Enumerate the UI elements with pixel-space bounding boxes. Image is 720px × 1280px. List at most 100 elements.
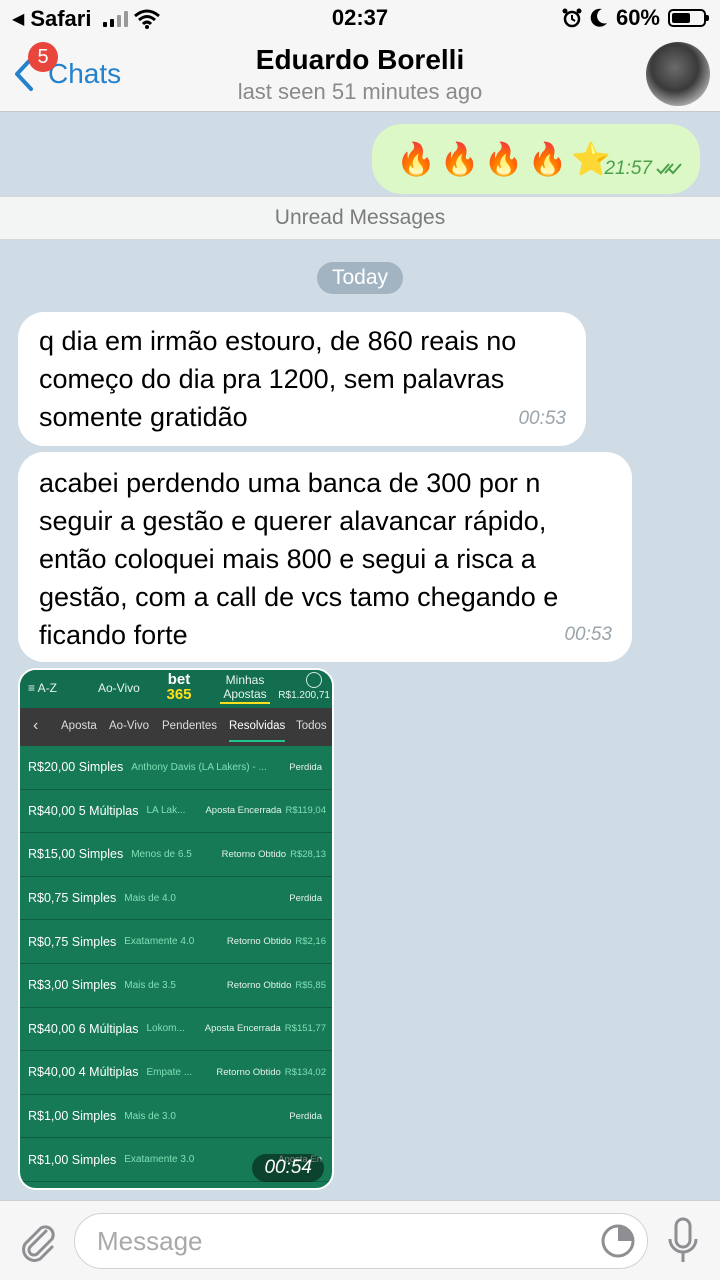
- chat-area[interactable]: 🔥🔥🔥🔥⭐ 21:57 Unread Messages Today q dia …: [0, 112, 720, 1200]
- bet-stake: R$1,00 Simples: [28, 1109, 117, 1124]
- bet365-az-link: ≡ A-Z: [28, 681, 58, 695]
- bet365-balance: R$1.200,71: [278, 690, 330, 701]
- image-message[interactable]: ≡ A-Z Ao-Vivo bet 365 Minhas Apostas R$1…: [18, 668, 334, 1190]
- bet365-tab: Pendentes: [162, 720, 217, 732]
- bet365-row: R$40,00 4 Múltiplas Empate ... Retorno Obt…: [20, 1051, 332, 1095]
- bet-selection: Empate ...: [146, 1066, 193, 1078]
- avatar[interactable]: [646, 42, 710, 106]
- battery-icon: [668, 9, 709, 27]
- bet-stake: R$40,00 6 Múltiplas: [28, 1021, 139, 1036]
- alarm-icon: [562, 8, 582, 28]
- bet-result: Aposta Encerrada R$151,77: [205, 1023, 326, 1034]
- bet365-bet-list: R$20,00 Simples Anthony Davis (LA Lakers)…: [20, 746, 332, 1182]
- bet-amount: R$119,04: [285, 805, 327, 817]
- bet365-row: R$3,00 Simples Mais de 3.5 Retorno Obtido R…: [20, 964, 332, 1008]
- bet-result: Retorno Obtido R$28,13: [222, 849, 326, 860]
- bet-selection: Mais de 4.0: [124, 892, 176, 904]
- bet365-row: R$15,00 Simples Menos de 6.5 Retorno Obtid…: [20, 833, 332, 877]
- bet365-row: R$20,00 Simples Anthony Davis (LA Lakers)…: [20, 746, 332, 790]
- status-bar: ◀ Safari 02:37 60%: [0, 0, 720, 36]
- bet365-tab: Todos: [296, 720, 327, 732]
- bet-stake: R$40,00 4 Múltiplas: [28, 1065, 139, 1080]
- bet-selection: Exatamente 3.0: [124, 1154, 195, 1166]
- bet-selection: Anthony Davis (LA Lakers) - ...: [131, 761, 267, 773]
- user-icon: [306, 672, 322, 688]
- bet-result-text: Perdida: [289, 1110, 322, 1122]
- bet365-row: R$40,00 6 Múltiplas Lokom... Aposta Encerr…: [20, 1008, 332, 1052]
- bet-stake: R$3,00 Simples: [28, 978, 117, 993]
- bet-result-text: Retorno Obtido: [216, 1066, 281, 1078]
- battery-percent: 60%: [615, 5, 660, 30]
- bet-amount: R$151,77: [284, 1023, 326, 1035]
- paperclip-icon[interactable]: [16, 1219, 60, 1263]
- bet-result-text: Perdida: [289, 761, 322, 773]
- bet-stake: R$20,00 Simples: [28, 760, 124, 775]
- microphone-icon[interactable]: [666, 1217, 700, 1265]
- bet-stake: R$0,75 Simples: [28, 891, 117, 906]
- double-check-icon: [656, 163, 682, 175]
- bet365-aovivo-link: Ao-Vivo: [98, 681, 140, 695]
- unread-divider: Unread Messages: [0, 196, 720, 240]
- chat-title: Eduardo Borelli: [255, 44, 465, 75]
- bet365-logo: bet 365: [162, 672, 196, 702]
- message-emojis: 🔥🔥🔥🔥⭐: [396, 141, 616, 177]
- bet-stake: R$0,75 Simples: [28, 934, 117, 949]
- incoming-message[interactable]: q dia em irmão estouro, de 860 reais no …: [18, 312, 586, 446]
- bet-result-text: Aposta Encerrada: [205, 805, 282, 817]
- bet-result: Retorno Obtido R$134,02: [216, 1067, 326, 1078]
- chat-title-area[interactable]: Eduardo Borelli last seen 51 minutes ago: [0, 44, 720, 105]
- bet-selection: Mais de 3.0: [124, 1110, 176, 1122]
- bet-stake: R$40,00 5 Múltiplas: [28, 803, 139, 818]
- bet-stake: R$15,00 Simples: [28, 847, 124, 862]
- moon-icon: [590, 8, 607, 27]
- message-input[interactable]: Message: [74, 1213, 648, 1269]
- bet-result-text: Retorno Obtido: [226, 936, 292, 948]
- sticker-icon[interactable]: [600, 1223, 636, 1259]
- chevron-left-icon: ‹: [33, 717, 39, 734]
- bet365-tab: Ao-Vivo: [109, 720, 150, 732]
- bet365-nav: ≡ A-Z Ao-Vivo bet 365 Minhas Apostas R$1…: [20, 670, 332, 708]
- input-bar: Message: [0, 1200, 720, 1280]
- bet365-tabs: ‹ Aposta Ao-Vivo Pendentes Resolvidas To…: [20, 708, 332, 746]
- bet-selection: Mais de 3.5: [124, 979, 176, 991]
- bet-result: Aposta Encerrada R$119,04: [205, 805, 326, 816]
- bet-result: Retorno Obtido R$2,16: [227, 936, 326, 947]
- message-text: q dia em irmão estouro, de 860 reais no …: [39, 326, 517, 432]
- bet-result: Perdida: [289, 893, 326, 904]
- bet-selection: LA Lak...: [146, 805, 186, 817]
- bet-result: Perdida: [289, 1111, 326, 1122]
- incoming-message[interactable]: acabei perdendo uma banca de 300 por n s…: [18, 452, 632, 662]
- bet-amount: R$134,02: [284, 1066, 326, 1078]
- bet-result-text: Aposta Encerrada: [204, 1023, 281, 1035]
- bet365-tab-active: Resolvidas: [229, 720, 286, 742]
- message-time: 00:53: [518, 408, 566, 429]
- bet365-logo-top: bet: [167, 671, 191, 688]
- bet365-row: R$1,00 Simples Mais de 3.0 Perdida: [20, 1095, 332, 1139]
- bet-result: Perdida: [289, 762, 326, 773]
- date-separator: Today: [317, 262, 403, 294]
- outgoing-message[interactable]: 🔥🔥🔥🔥⭐ 21:57: [372, 124, 700, 194]
- bet-selection: Menos de 6.5: [131, 848, 192, 860]
- bet-amount: R$5,85: [295, 979, 326, 991]
- message-time: 21:57: [604, 158, 682, 180]
- bet-result-text: Retorno Obtido: [221, 848, 287, 860]
- bet-selection: Lokom...: [146, 1023, 185, 1035]
- bet365-logo-bottom: 365: [166, 686, 192, 703]
- message-time: 00:53: [564, 624, 612, 645]
- bet-amount: R$28,13: [290, 848, 326, 860]
- bet-amount: R$2,16: [295, 936, 326, 948]
- bet-stake: R$1,00 Simples: [28, 1152, 117, 1167]
- bet-result: Retorno Obtido R$5,85: [227, 980, 326, 991]
- bet-result-text: Retorno Obtido: [226, 979, 292, 991]
- bet-selection: Exatamente 4.0: [124, 936, 195, 948]
- outgoing-time-text: 21:57: [604, 158, 652, 179]
- message-text: acabei perdendo uma banca de 300 por n s…: [39, 468, 559, 650]
- message-time: 00:54: [252, 1154, 324, 1182]
- bet365-minhas-apostas: Minhas Apostas: [220, 673, 270, 704]
- chat-subtitle: last seen 51 minutes ago: [237, 79, 483, 104]
- bet365-row: R$40,00 5 Múltiplas LA Lak... Aposta Encer…: [20, 790, 332, 834]
- bet365-row: R$0,75 Simples Mais de 4.0 Perdida: [20, 877, 332, 921]
- bet365-row: R$0,75 Simples Exatamente 4.0 Retorno Obti…: [20, 920, 332, 964]
- bet365-tab: Aposta: [61, 720, 97, 732]
- chat-header: 5 Chats Eduardo Borelli last seen 51 min…: [0, 36, 720, 112]
